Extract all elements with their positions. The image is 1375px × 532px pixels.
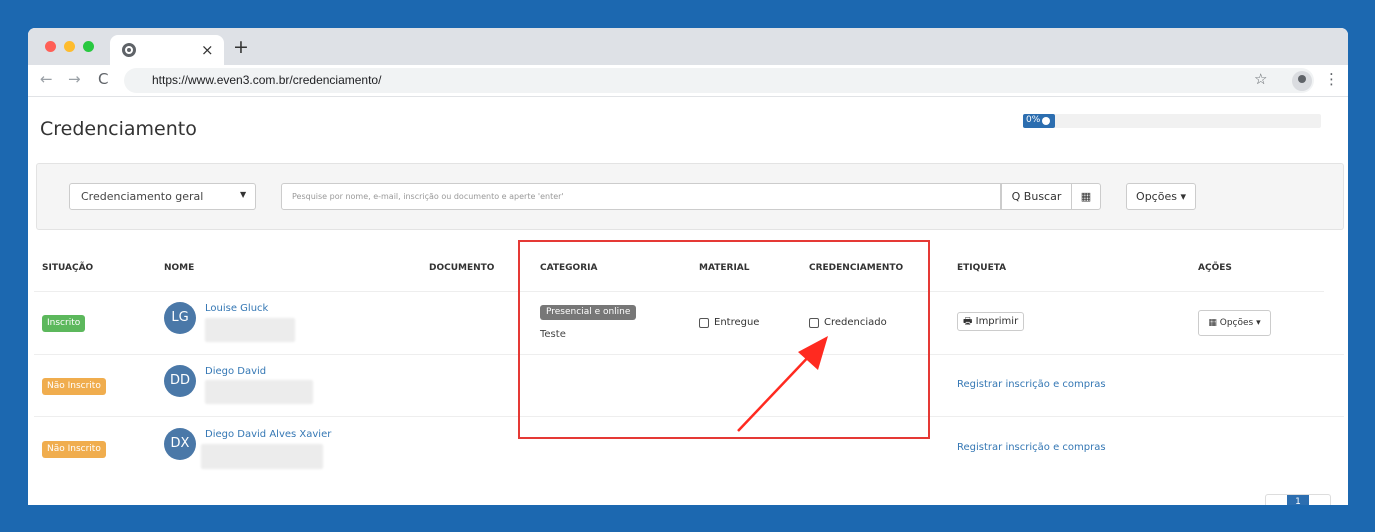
- address-url: https://www.even3.com.br/credenciamento/: [152, 73, 382, 87]
- register-link[interactable]: Registrar inscrição e compras: [957, 442, 1106, 453]
- header-acoes: AÇÕES: [1198, 263, 1232, 273]
- status-badge: Inscrito: [42, 315, 86, 332]
- row-options-button[interactable]: ▦ Opções ▾: [1198, 310, 1271, 336]
- search-input[interactable]: [281, 183, 1001, 210]
- blurred-email: [205, 380, 313, 404]
- header-documento: DOCUMENTO: [429, 263, 495, 273]
- arrow-head: [798, 336, 828, 370]
- avatar: LG: [164, 302, 196, 334]
- browser-window: × + ← → C https://www.even3.com.br/crede…: [28, 28, 1348, 505]
- annotation-arrow-icon: [737, 336, 828, 432]
- progress-bar: 0%: [1023, 114, 1321, 128]
- highlight-box: [518, 240, 930, 439]
- chrome-favicon-icon: [122, 43, 136, 57]
- bookmark-star-icon[interactable]: ☆: [1254, 70, 1267, 88]
- info-icon[interactable]: [1042, 117, 1050, 125]
- address-bar[interactable]: https://www.even3.com.br/credenciamento/: [124, 68, 1314, 93]
- options-button[interactable]: Opções ▾: [1126, 183, 1196, 210]
- participant-name-link[interactable]: Louise Gluck: [205, 303, 268, 314]
- status-badge: Não Inscrito: [42, 441, 106, 458]
- progress-fill: 0%: [1023, 114, 1055, 128]
- blurred-email: [201, 444, 323, 469]
- avatar: DD: [164, 365, 196, 397]
- qr-code-button[interactable]: ▦: [1071, 183, 1101, 210]
- participant-name-link[interactable]: Diego David: [205, 366, 266, 377]
- tab-bar: × +: [28, 28, 1348, 65]
- print-button[interactable]: 🖶 Imprimir: [957, 312, 1025, 331]
- minimize-window-button[interactable]: [64, 41, 75, 52]
- account-avatar-icon[interactable]: [1292, 71, 1312, 91]
- filter-panel: Credenciamento geral ▼ Q Buscar ▦ Opções…: [36, 163, 1344, 230]
- page-button-current[interactable]: 1: [1287, 495, 1309, 505]
- header-situacao: SITUAÇÃO: [42, 263, 94, 273]
- header-etiqueta: ETIQUETA: [957, 263, 1007, 273]
- back-arrow-icon[interactable]: ←: [40, 70, 53, 88]
- arrow-shaft: [737, 351, 814, 432]
- tab-close-icon[interactable]: ×: [201, 41, 214, 59]
- reload-icon[interactable]: C: [98, 70, 108, 88]
- page-content: Credenciamento 0% Credenciamento geral ▼…: [28, 98, 1348, 505]
- forward-arrow-icon[interactable]: →: [68, 70, 81, 88]
- accreditation-select[interactable]: Credenciamento geral ▼: [69, 183, 256, 210]
- select-value: Credenciamento geral: [81, 190, 204, 203]
- status-badge: Não Inscrito: [42, 378, 106, 395]
- search-button[interactable]: Q Buscar: [1001, 183, 1072, 210]
- browser-toolbar: ← → C https://www.even3.com.br/credencia…: [28, 65, 1348, 97]
- maximize-window-button[interactable]: [83, 41, 94, 52]
- page-title: Credenciamento: [40, 118, 197, 140]
- header-nome: NOME: [164, 263, 195, 273]
- register-link[interactable]: Registrar inscrição e compras: [957, 379, 1106, 390]
- browser-menu-icon[interactable]: ⋮: [1324, 70, 1339, 88]
- blurred-email: [205, 318, 295, 342]
- participant-name-link[interactable]: Diego David Alves Xavier: [205, 429, 331, 440]
- avatar: DX: [164, 428, 196, 460]
- progress-label: 0%: [1026, 115, 1041, 125]
- close-window-button[interactable]: [45, 41, 56, 52]
- caret-down-icon: ▼: [240, 190, 247, 199]
- browser-tab[interactable]: ×: [110, 35, 224, 65]
- pagination: 1: [1265, 494, 1331, 505]
- new-tab-button[interactable]: +: [233, 36, 249, 58]
